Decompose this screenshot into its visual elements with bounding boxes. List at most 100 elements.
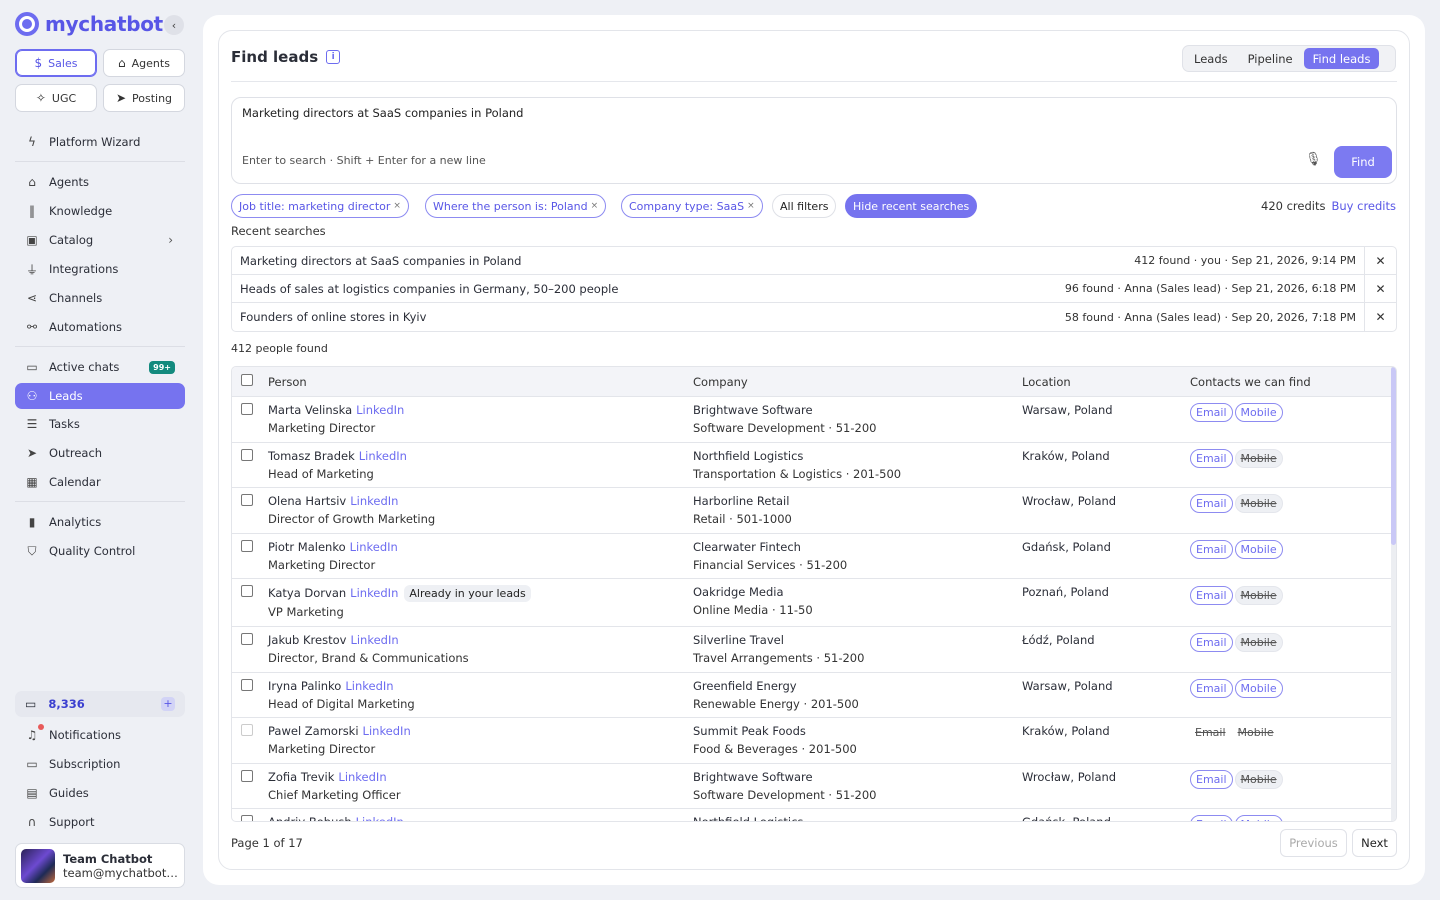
collapse-sidebar-button[interactable]: ‹ [164,15,184,35]
row-checkbox[interactable] [241,679,253,691]
close-icon[interactable]: × [393,201,401,211]
profile-card[interactable]: Team Chatbot team@mychatbot.com [15,843,185,888]
recent-search-item[interactable]: Marketing directors at SaaS companies in… [232,246,1396,275]
email-contact-badge[interactable]: Email [1190,815,1233,821]
next-page-button[interactable]: Next [1352,829,1397,857]
scroll-thumb[interactable] [1391,367,1396,545]
row-checkbox[interactable] [241,585,253,597]
filter-chip-job-title[interactable]: Job title: marketing director × [231,194,409,218]
mobile-contact-badge[interactable]: Mobile [1234,540,1283,559]
credits-balance[interactable]: ▭ 8,336 + [15,691,185,717]
nav-leads[interactable]: ⚇ Leads [15,383,185,409]
buy-credits-link[interactable]: Buy credits [1331,199,1396,213]
close-icon[interactable]: ✕ [1364,303,1396,331]
table-row[interactable]: Andriy BobushLinkedInMarketing DirectorN… [232,809,1396,821]
table-row[interactable]: Tomasz Bradek LinkedIn Head of Marketing No… [232,443,1396,488]
table-row[interactable]: Katya Dorvan LinkedIn Already in your lead… [232,579,1396,627]
mobile-contact-badge[interactable]: Mobile [1234,815,1283,821]
tab-pipeline[interactable]: Pipeline [1239,48,1302,69]
previous-page-button[interactable]: Previous [1280,829,1347,857]
nav-calendar[interactable]: ▦ Calendar [15,469,185,495]
nav-quality-control[interactable]: ⛉ Quality Control [15,538,185,564]
row-checkbox[interactable] [241,540,253,552]
row-checkbox[interactable] [241,494,253,506]
table-row[interactable]: Pawel Zamorski LinkedIn Marketing Director… [232,718,1396,764]
nav-agents[interactable]: ⌂ Agents [15,169,185,195]
linkedin-link[interactable]: LinkedIn [350,586,398,600]
nav-active-chats[interactable]: ▭ Active chats 99+ [15,354,185,380]
nav-automations[interactable]: ⚯ Automations [15,314,185,340]
chip-label: Company type: SaaS [629,199,745,213]
find-button[interactable]: Find [1334,146,1392,178]
table-row[interactable]: Zofia Trevik LinkedIn Chief Marketing Offi… [232,764,1396,809]
credits-count: 420 credits [1261,199,1326,213]
hide-recent-searches-button[interactable]: Hide recent searches [845,194,978,218]
mode-sales-button[interactable]: $ Sales [15,49,97,77]
mobile-contact-badge[interactable]: Mobile [1234,679,1283,698]
close-icon[interactable]: × [747,201,755,211]
row-checkbox[interactable] [241,815,253,821]
email-contact-badge[interactable]: Email [1190,494,1233,513]
nav-platform-wizard[interactable]: ϟ Platform Wizard [15,129,185,155]
nav-knowledge[interactable]: ‖ Knowledge [15,198,185,224]
mode-posting-button[interactable]: ➤ Posting [103,84,185,112]
nav-guides[interactable]: ▤ Guides [15,780,185,806]
row-checkbox[interactable] [241,633,253,645]
microphone-icon[interactable]: 🎙 [1305,152,1322,172]
nav-tasks[interactable]: ☰ Tasks [15,411,185,437]
close-icon[interactable]: ✕ [1364,274,1396,303]
brand[interactable]: mychatbot [15,12,163,36]
table-row[interactable]: Marta Velinska LinkedIn Marketing Director… [232,397,1396,443]
info-icon[interactable]: i [326,50,341,64]
mode-ugc-button[interactable]: ✧ UGC [15,84,97,112]
linkedin-link[interactable]: LinkedIn [350,494,398,508]
nav-subscription[interactable]: ▭ Subscription [15,751,185,777]
email-contact-badge[interactable]: Email [1190,770,1233,789]
nav-channels[interactable]: ⋖ Channels [15,285,185,311]
nav-support[interactable]: ∩ Support [15,809,185,835]
nav-integrations[interactable]: ⏚ Integrations [15,256,185,282]
email-contact-badge[interactable]: Email [1190,586,1233,605]
email-contact-badge[interactable]: Email [1190,540,1233,559]
table-row[interactable]: Piotr Malenko LinkedIn Marketing Director C… [232,534,1396,579]
email-contact-badge[interactable]: Email [1190,403,1233,422]
recent-search-item[interactable]: Heads of sales at logistics companies in… [232,274,1396,303]
email-contact-badge[interactable]: Email [1190,633,1233,652]
mobile-contact-badge[interactable]: Mobile [1234,403,1283,422]
email-contact-badge[interactable]: Email [1190,679,1233,698]
scrollbar[interactable] [1391,367,1396,821]
mode-agents-button[interactable]: ⌂ Agents [103,49,185,77]
nav-label: Catalog [49,233,94,247]
filter-chip-location[interactable]: Where the person is: Poland × [425,194,607,218]
search-query[interactable]: Marketing directors at SaaS companies in… [242,106,523,120]
linkedin-link[interactable]: LinkedIn [350,540,398,554]
table-row[interactable]: Jakub Krestov LinkedIn Director, Brand & C… [232,627,1396,673]
all-filters-button[interactable]: All filters [772,194,837,218]
email-contact-badge[interactable]: Email [1190,449,1233,468]
tab-leads[interactable]: Leads [1185,48,1237,69]
close-icon[interactable]: ✕ [1364,246,1396,275]
view-tabs: Leads Pipeline Find leads [1182,45,1396,72]
tab-find-leads[interactable]: Find leads [1303,48,1380,69]
linkedin-link[interactable]: LinkedIn [356,403,404,417]
nav-analytics[interactable]: ▮ Analytics [15,509,185,535]
linkedin-link[interactable]: LinkedIn [350,633,398,647]
close-icon[interactable]: × [591,201,599,211]
search-input[interactable]: Marketing directors at SaaS companies in… [231,97,1397,184]
row-checkbox[interactable] [241,449,253,461]
linkedin-link[interactable]: LinkedIn [356,815,404,821]
nav-outreach[interactable]: ➤ Outreach [15,440,185,466]
nav-catalog[interactable]: ▣ Catalog › [15,227,185,253]
linkedin-link[interactable]: LinkedIn [359,449,407,463]
row-checkbox[interactable] [241,403,253,415]
linkedin-link[interactable]: LinkedIn [338,770,386,784]
filter-chip-company-type[interactable]: Company type: SaaS × [621,194,763,218]
linkedin-link[interactable]: LinkedIn [363,724,411,738]
recent-search-item[interactable]: Founders of online stores in Kyiv 58 fou… [232,303,1396,331]
select-all-checkbox[interactable] [241,374,253,386]
row-checkbox[interactable] [241,770,253,782]
linkedin-link[interactable]: LinkedIn [345,679,393,693]
table-row[interactable]: Iryna Palinko LinkedIn Head of Digital Mar… [232,673,1396,718]
table-row[interactable]: Olena Hartsiv LinkedIn Director of Growth … [232,488,1396,534]
add-credits-button[interactable]: + [161,697,175,711]
